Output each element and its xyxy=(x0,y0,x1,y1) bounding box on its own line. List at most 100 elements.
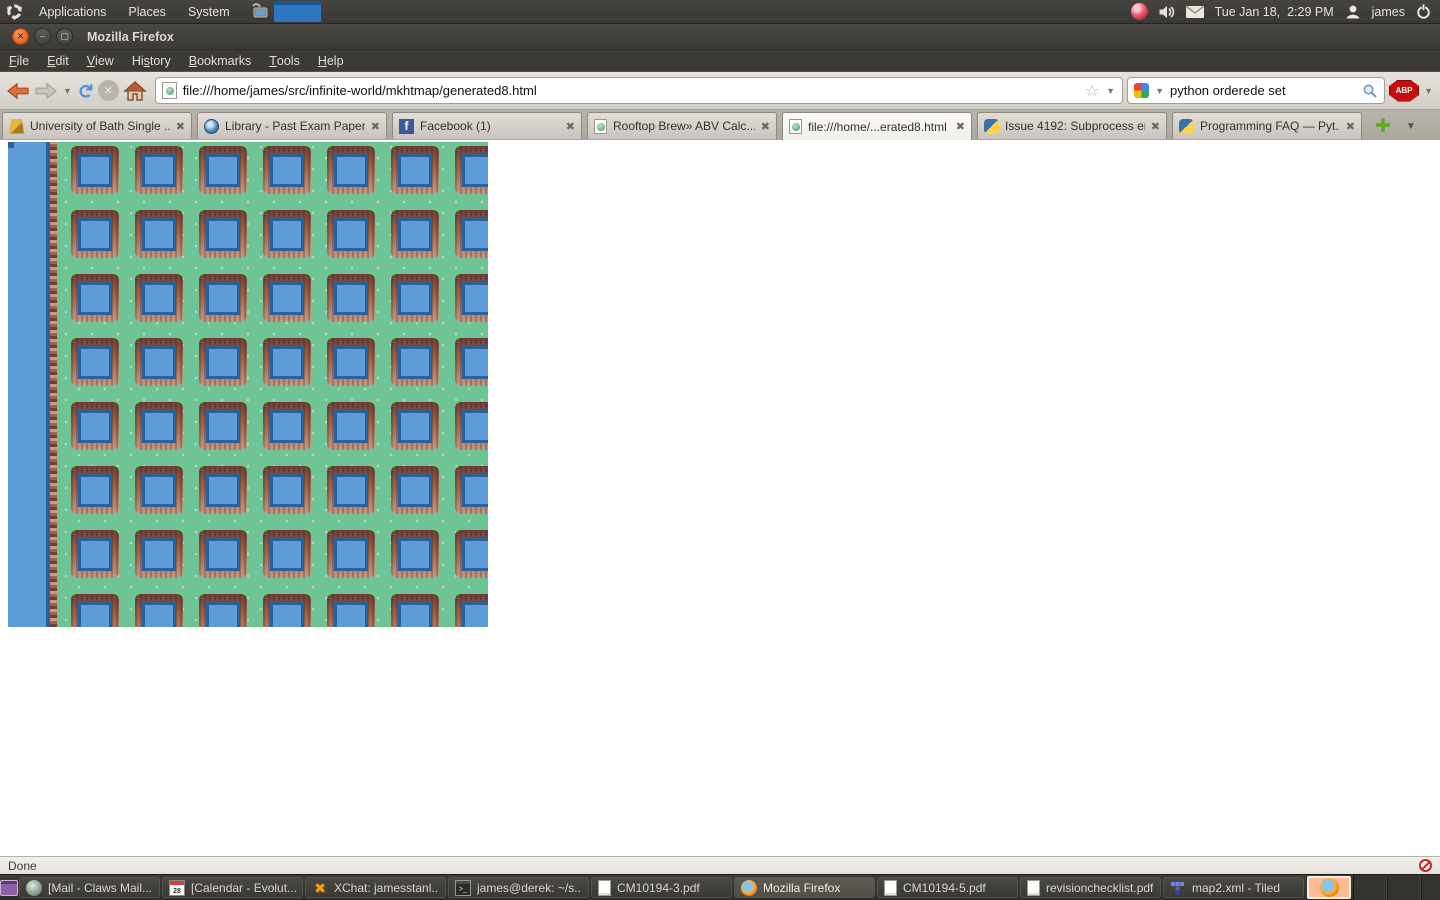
menu-history[interactable]: History xyxy=(123,50,180,71)
task-label: CM10194-5.pdf xyxy=(903,881,986,895)
firefox-attention-button[interactable] xyxy=(1307,876,1351,899)
new-tab-button[interactable]: ✚ xyxy=(1375,118,1391,136)
task-label: map2.xml - Tiled xyxy=(1192,881,1280,895)
tab-close-icon[interactable]: ✖ xyxy=(176,120,185,133)
map-water-tile xyxy=(455,594,488,627)
ubuntu-logo-icon[interactable] xyxy=(6,3,23,20)
tab-title: Rooftop Brew» ABV Calc... xyxy=(613,119,755,133)
home-button[interactable] xyxy=(123,77,147,105)
search-bar[interactable]: ▼ xyxy=(1127,77,1385,104)
mail-envelope-icon[interactable] xyxy=(1185,5,1205,19)
show-desktop-button[interactable] xyxy=(0,875,18,900)
map-water-tile xyxy=(263,466,311,514)
search-magnifier-icon[interactable] xyxy=(1362,83,1378,99)
url-history-dropdown-icon[interactable]: ▼ xyxy=(1105,86,1116,96)
tab-close-icon[interactable]: ✖ xyxy=(761,120,770,133)
map-water-tile xyxy=(391,530,439,578)
tab-close-icon[interactable]: ✖ xyxy=(956,120,965,133)
calendar-icon: 28 xyxy=(169,880,185,896)
window-preview-applet[interactable] xyxy=(274,1,321,22)
applications-menu[interactable]: Applications xyxy=(29,0,116,23)
tab-close-icon[interactable]: ✖ xyxy=(371,120,380,133)
forward-button[interactable] xyxy=(34,77,58,105)
url-input[interactable] xyxy=(183,83,1079,98)
tab-close-icon[interactable]: ✖ xyxy=(1151,120,1160,133)
close-button[interactable]: ✕ xyxy=(12,28,29,45)
menu-view[interactable]: View xyxy=(78,50,123,71)
map-water-tile xyxy=(135,146,183,194)
tab[interactable]: University of Bath Single ...✖ xyxy=(2,112,192,139)
status-text: Done xyxy=(8,859,37,873)
taskbar-task[interactable]: map2.xml - Tiled xyxy=(1163,877,1304,898)
adblock-status-icon[interactable] xyxy=(1419,859,1432,872)
search-input[interactable] xyxy=(1170,83,1357,98)
tab-title: file:///home/...erated8.html xyxy=(808,120,950,134)
map-water-tile xyxy=(199,146,247,194)
google-search-engine-icon[interactable] xyxy=(1134,83,1149,98)
bath-favicon-icon xyxy=(9,119,24,134)
map-water-tile xyxy=(263,594,311,627)
list-all-tabs-icon[interactable]: ▼ xyxy=(1406,121,1416,132)
tab[interactable]: Library - Past Exam Papers✖ xyxy=(197,112,387,139)
taskbar-task[interactable]: 28[Calendar - Evolut... xyxy=(162,877,303,898)
map-water-tile xyxy=(327,594,375,627)
workspace-cell[interactable] xyxy=(1387,875,1421,900)
tab-close-icon[interactable]: ✖ xyxy=(1346,120,1355,133)
map-water-tile xyxy=(263,274,311,322)
map-water-tile xyxy=(71,210,119,258)
clock[interactable]: Tue Jan 18, 2:29 PM xyxy=(1215,5,1334,19)
map-water-tile xyxy=(327,338,375,386)
tab[interactable]: fFacebook (1)✖ xyxy=(392,112,582,139)
bookmark-star-icon[interactable]: ☆ xyxy=(1085,81,1099,101)
map-water-tile xyxy=(391,466,439,514)
taskbar-task[interactable]: revisionchecklist.pdf xyxy=(1020,877,1161,898)
tab[interactable]: Programming FAQ — Pyt...✖ xyxy=(1172,112,1362,139)
menu-edit[interactable]: Edit xyxy=(38,50,78,71)
map-water-tile xyxy=(199,338,247,386)
url-bar[interactable]: ☆ ▼ xyxy=(155,77,1123,104)
taskbar-task[interactable]: CM10194-5.pdf xyxy=(877,877,1018,898)
map-water-tile xyxy=(391,274,439,322)
power-icon[interactable] xyxy=(1415,3,1432,20)
claws-icon xyxy=(26,880,42,896)
user-icon[interactable] xyxy=(1344,3,1362,21)
map-water-tile xyxy=(263,402,311,450)
reload-button[interactable]: ↻ xyxy=(71,82,99,99)
menu-help[interactable]: Help xyxy=(309,50,353,71)
volume-icon[interactable] xyxy=(1158,4,1175,20)
menu-file[interactable]: File xyxy=(0,50,38,71)
map-water-tile xyxy=(199,210,247,258)
map-water-tile xyxy=(327,402,375,450)
taskbar-task[interactable]: [Mail - Claws Mail... xyxy=(19,877,160,898)
workspace-cell[interactable] xyxy=(1353,875,1387,900)
remote-desktop-icon[interactable] xyxy=(250,3,270,21)
notification-status-icon[interactable] xyxy=(1131,3,1148,20)
back-button[interactable] xyxy=(6,77,30,105)
document-icon xyxy=(1027,880,1040,896)
taskbar-task[interactable]: Mozilla Firefox xyxy=(734,877,875,898)
taskbar-task[interactable]: ✖XChat: jamesstanl... xyxy=(305,877,446,898)
tab-close-icon[interactable]: ✖ xyxy=(566,120,575,133)
stop-button[interactable]: ✕ xyxy=(98,77,119,105)
taskbar-task[interactable]: >_james@derek: ~/s... xyxy=(448,877,589,898)
places-menu[interactable]: Places xyxy=(118,0,176,23)
taskbar-task[interactable]: CM10194-3.pdf xyxy=(591,877,732,898)
tab-active[interactable]: file:///home/...erated8.html ✖ xyxy=(782,112,972,140)
menu-tools[interactable]: Tools xyxy=(260,50,309,71)
menu-bookmarks[interactable]: Bookmarks xyxy=(180,50,261,71)
tab[interactable]: Issue 4192: Subprocess er...✖ xyxy=(977,112,1167,139)
maximize-button[interactable]: ▢ xyxy=(56,28,73,45)
workspace-cell[interactable] xyxy=(1421,875,1440,900)
task-label: revisionchecklist.pdf xyxy=(1046,881,1153,895)
minimize-button[interactable]: – xyxy=(34,28,51,45)
map-water-tile xyxy=(455,530,488,578)
window-titlebar[interactable]: ✕ – ▢ Mozilla Firefox xyxy=(0,24,1440,50)
username-label[interactable]: james xyxy=(1372,5,1405,19)
adblock-dropdown-icon[interactable]: ▼ xyxy=(1423,86,1434,96)
search-engine-dropdown-icon[interactable]: ▼ xyxy=(1154,86,1165,96)
document-icon xyxy=(598,880,611,896)
adblock-plus-icon[interactable]: ABP xyxy=(1389,80,1419,102)
page-favicon-icon xyxy=(162,82,177,99)
system-menu[interactable]: System xyxy=(178,0,240,23)
tab[interactable]: Rooftop Brew» ABV Calc... ✖ xyxy=(587,112,777,139)
